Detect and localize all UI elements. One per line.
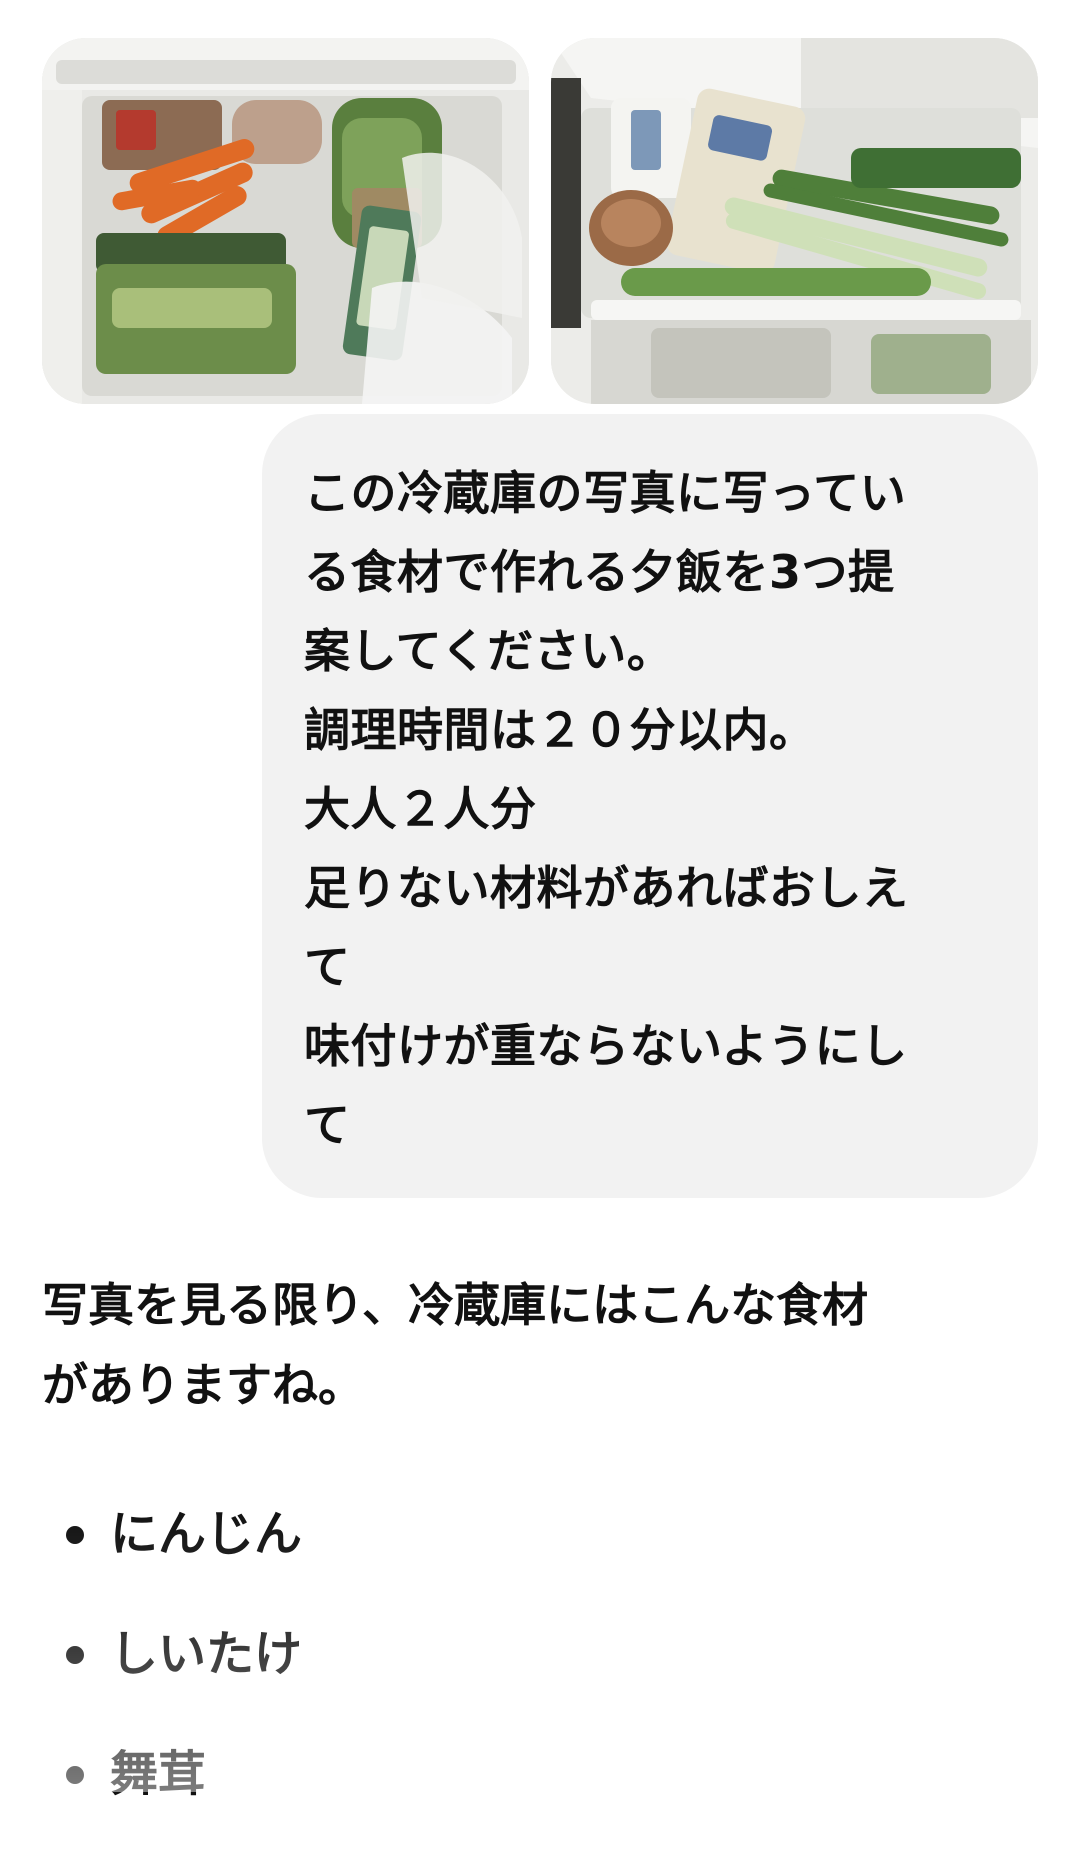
user-message-line: 足りない材料があればおしえ bbox=[304, 861, 909, 915]
user-message-line: て bbox=[304, 1098, 351, 1152]
ingredient-label: 舞茸 bbox=[110, 1746, 207, 1802]
list-item: しいたけ bbox=[66, 1618, 966, 1738]
fridge-photo-2[interactable] bbox=[551, 38, 1038, 404]
assistant-intro-line: がありますね。 bbox=[42, 1358, 364, 1412]
attached-photos bbox=[42, 38, 1038, 404]
fridge-photo-1[interactable] bbox=[42, 38, 529, 404]
bullet-icon bbox=[66, 1766, 84, 1784]
user-message-line: この冷蔵庫の写真に写ってい bbox=[304, 466, 907, 520]
user-message-line: て bbox=[304, 940, 351, 994]
assistant-intro-line: 写真を見る限り、冷蔵庫にはこんな食材 bbox=[42, 1278, 869, 1332]
user-message-line: 調理時間は２０分以内。 bbox=[304, 703, 816, 757]
user-message-bubble: この冷蔵庫の写真に写ってい る食材で作れる夕飯を3つ提 案してください。 調理時… bbox=[262, 414, 1038, 1198]
fridge-drawer-vegetables-image bbox=[42, 38, 529, 404]
bullet-icon bbox=[66, 1526, 84, 1544]
bullet-icon bbox=[66, 1646, 84, 1664]
fridge-drawer-vegetables-image bbox=[551, 38, 1038, 404]
user-message-line: 大人２人分 bbox=[304, 782, 537, 836]
list-item: 舞茸 bbox=[66, 1738, 966, 1858]
ingredient-label: にんじん bbox=[110, 1506, 303, 1562]
ingredient-label: しいたけ bbox=[110, 1626, 303, 1682]
user-message-line: 味付けが重ならないようにし bbox=[304, 1019, 908, 1073]
ingredient-list: にんじん しいたけ 舞茸 bbox=[66, 1498, 966, 1858]
user-message-line: る食材で作れる夕飯を3つ提 bbox=[304, 545, 895, 599]
list-item: にんじん bbox=[66, 1498, 966, 1618]
assistant-message: 写真を見る限り、冷蔵庫にはこんな食材 がありますね。 bbox=[42, 1265, 1042, 1425]
user-message-line: 案してください。 bbox=[304, 624, 674, 678]
